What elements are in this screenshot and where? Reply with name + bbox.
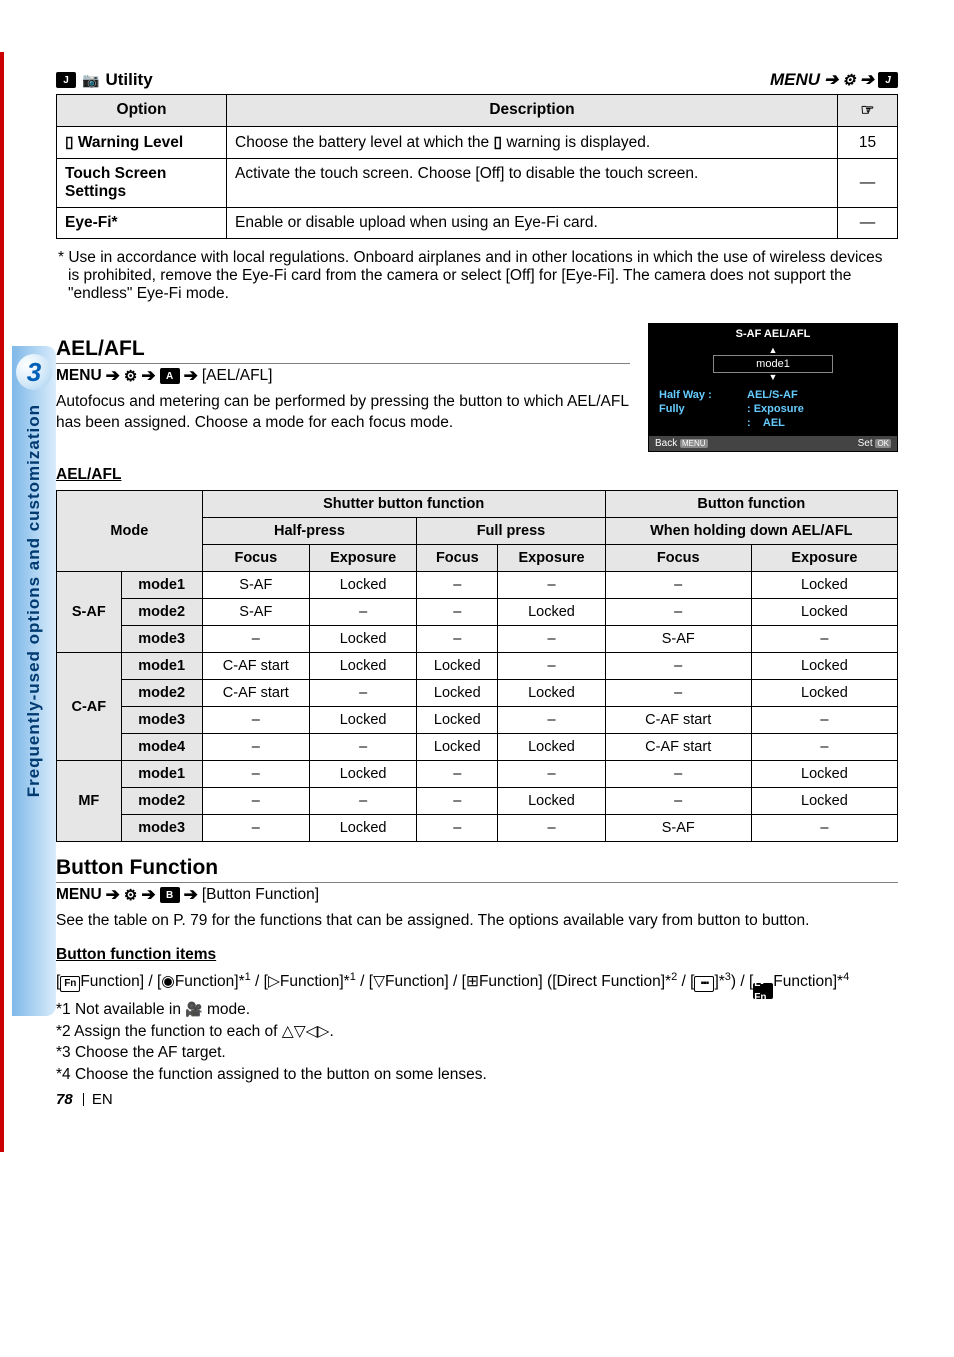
table-row: Warning Level Choose the battery level a… [57,127,898,159]
table-row: Eye-Fi* Enable or disable upload when us… [57,208,898,239]
gear-icon [124,886,137,905]
table-row: mode4––LockedLockedC-AF start– [57,734,898,761]
table-row: mode3–Locked––S-AF– [57,626,898,653]
triangle-right-icon [268,973,280,990]
opt-desc: Enable or disable upload when using an E… [227,208,838,239]
triangle-down-icon: ▼ [713,373,833,382]
table-row: Touch Screen Settings Activate the touch… [57,159,898,208]
lfn-icon: L-Fn [753,983,773,999]
triangle-down-icon [294,1023,306,1040]
table-row: MFmode1–Locked–––Locked [57,761,898,788]
ael-body: Autofocus and metering can be performed … [56,392,630,434]
menupath-ael: MENU ➔ ➔A ➔[AEL/AFL] [56,366,630,386]
table-row: mode2C-AF start–LockedLocked–Locked [57,680,898,707]
opt-name: Eye-Fi* [57,208,227,239]
movie-icon [185,1001,202,1018]
col-description: Description [227,95,838,127]
target-icon [466,973,479,990]
gear-icon [842,70,855,90]
table-row: mode2–––Locked–Locked [57,788,898,815]
table-row: mode3–LockedLocked–C-AF start– [57,707,898,734]
battery-icon [493,134,502,151]
page-ref: — [838,159,898,208]
lcd-preview: S-AF AEL/AFL ▲ mode1 ▼ Half Way :AEL/S-A… [648,323,898,452]
arrow-icon: ➔ [860,70,874,90]
opt-name: Touch Screen Settings [57,159,227,208]
table-row: mode3–Locked––S-AF– [57,815,898,842]
section-title-ael: AEL/AFL [56,337,630,364]
page-lang: EN [92,1091,113,1108]
table-row: mode2S-AF––Locked–Locked [57,599,898,626]
menu-label: MENU [770,70,820,90]
section-header-title: Utility [105,70,152,90]
button-body: See the table on P. 79 for the functions… [56,911,898,932]
table-row: S-AFmode1S-AFLocked–––Locked [57,572,898,599]
camera-icon [82,70,99,90]
tab-a-icon: A [160,368,180,384]
col-ref: ☞ [838,95,898,127]
tab-j-icon: J [56,72,76,88]
ael-grid: ModeShutter button functionButton functi… [56,490,898,842]
button-items-list: [FnFunction] / [Function]*1 / [Function]… [56,970,898,1086]
opt-desc: Choose the battery level at which the wa… [227,127,838,159]
section-title-button: Button Function [56,856,898,883]
section-header: J Utility MENU ➔ ➔ J [56,70,898,90]
tab-j-icon: J [878,72,898,88]
menupath-button: MENU ➔ ➔B ➔[Button Function] [56,885,898,905]
triangle-up-icon: ▲ [713,346,833,355]
triangle-right-icon [318,1023,330,1040]
rec-icon [161,973,175,990]
triangle-up-icon [282,1023,294,1040]
page-ref[interactable]: 15 [838,127,898,159]
tab-b-icon: B [160,887,180,903]
page-number: 78 [56,1091,73,1108]
footnote-eyefi: * Use in accordance with local regulatio… [68,249,898,303]
subhead-button-items: Button function items [56,946,898,964]
col-option: Option [57,95,227,127]
lcd-mode: mode1 [713,355,833,373]
subhead-ael: AEL/AFL [56,466,898,484]
triangle-down-icon [373,973,385,990]
lcd-title: S-AF AEL/AFL [649,324,897,344]
opt-name: Warning Level [78,134,183,151]
gear-icon [124,367,137,386]
battery-icon [65,134,74,151]
table-row: C-AFmode1C-AF startLockedLocked––Locked [57,653,898,680]
arrow-icon: ➔ [824,70,838,90]
page-ref: — [838,208,898,239]
af-target-icon [694,976,714,992]
triangle-left-icon [306,1023,318,1040]
options-table: Option Description ☞ Warning Level Choos… [56,94,898,239]
fn-icon: Fn [60,976,80,992]
page-footer: 78 EN [56,1091,113,1108]
opt-desc: Activate the touch screen. Choose [Off] … [227,159,838,208]
